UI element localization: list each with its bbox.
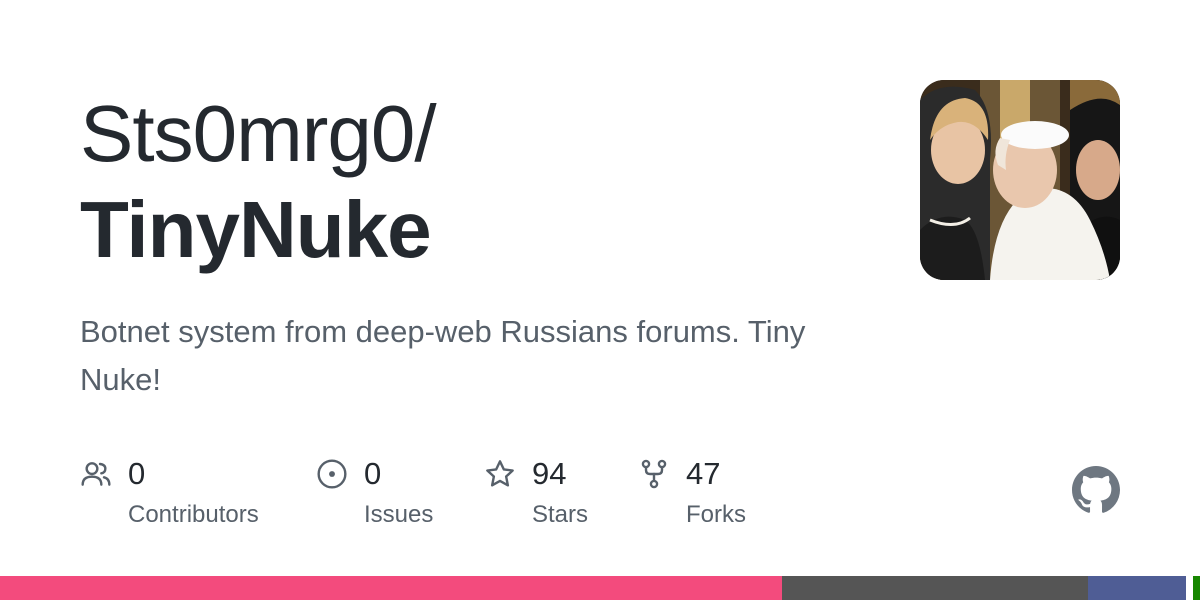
language-segment: [0, 576, 783, 600]
repo-forked-icon: [641, 459, 667, 489]
contributors-label: Contributors: [128, 501, 259, 528]
avatar-photo: [920, 80, 1120, 280]
stars-count: 94: [532, 456, 567, 491]
repo-owner[interactable]: Sts0mrg0/: [80, 88, 437, 180]
language-segment: [1185, 576, 1193, 600]
github-mark-icon[interactable]: [1072, 466, 1120, 514]
language-segment: [1192, 576, 1200, 600]
language-segment: [1088, 576, 1186, 600]
issues-count: 0: [364, 456, 382, 491]
language-bar: [0, 576, 1200, 600]
repo-name[interactable]: TinyNuke: [80, 184, 432, 276]
language-segment: [782, 576, 1089, 600]
contributors-count: 0: [128, 456, 146, 491]
repo-description: Botnet system from deep-web Russians for…: [80, 314, 806, 397]
forks-label: Forks: [686, 501, 746, 528]
issues-label: Issues: [364, 501, 434, 528]
star-icon: [486, 460, 514, 487]
repo-social-card: Sts0mrg0/ TinyNuke Botnet system from de…: [0, 0, 1200, 600]
issue-opened-icon: [317, 459, 347, 489]
forks-count: 47: [686, 456, 721, 491]
people-icon: [81, 462, 111, 486]
stars-label: Stars: [532, 501, 589, 528]
owner-avatar[interactable]: [920, 80, 1120, 280]
